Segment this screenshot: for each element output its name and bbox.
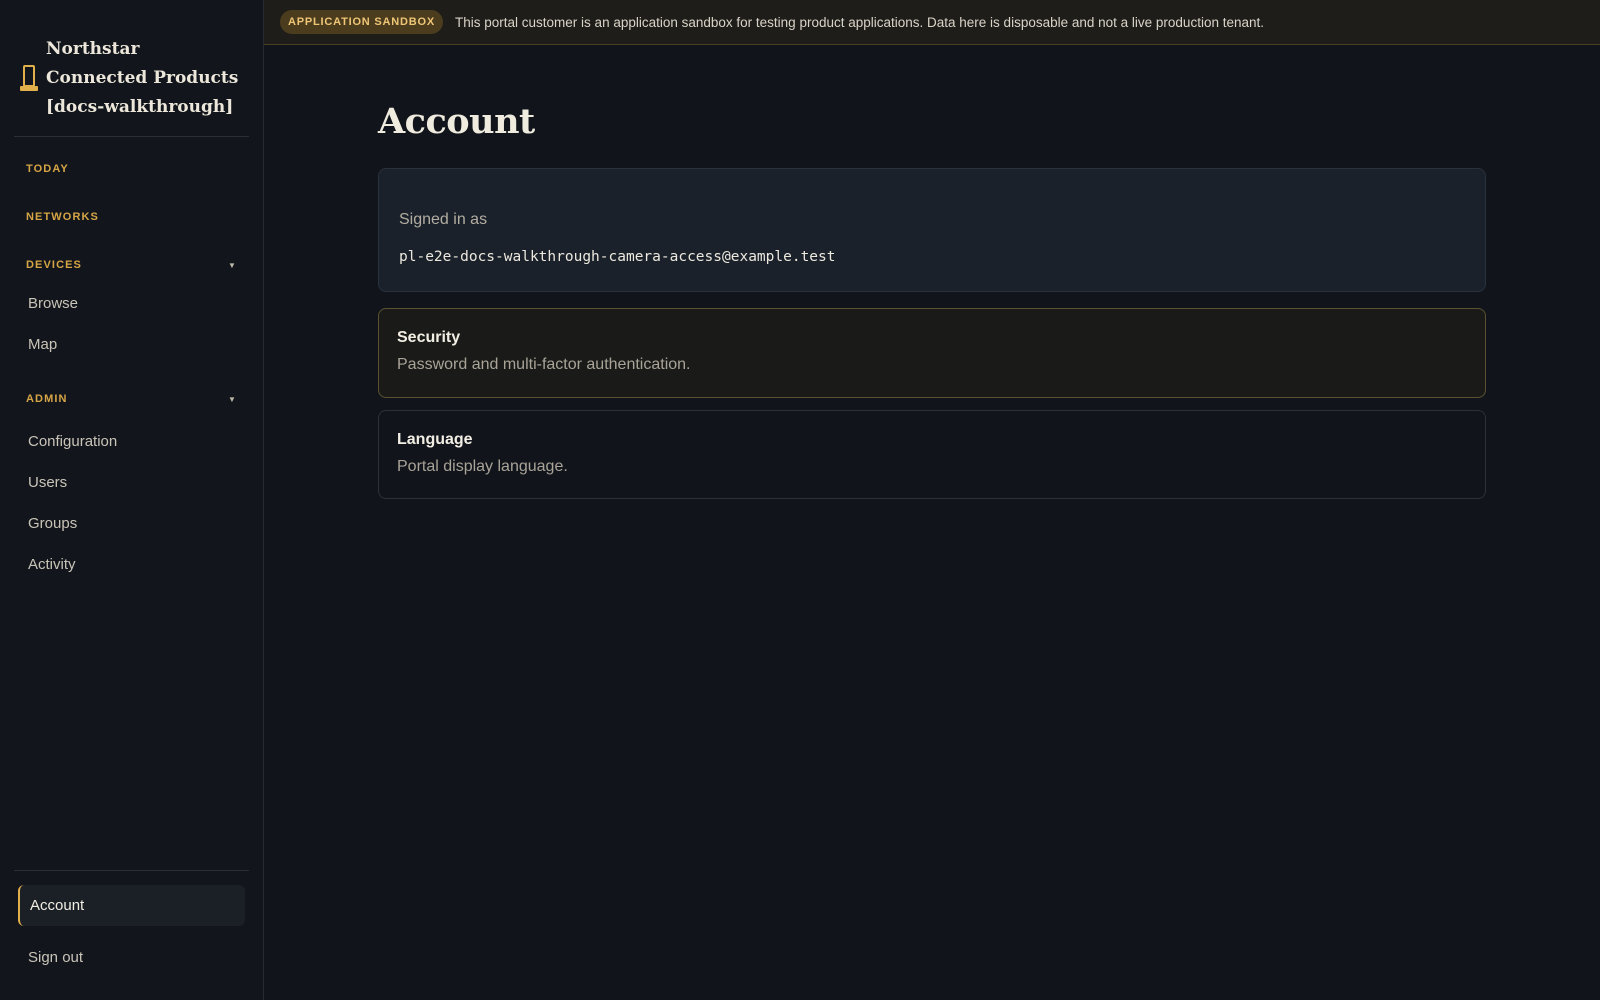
language-card[interactable]: Language Portal display language. bbox=[378, 410, 1486, 499]
sandbox-banner: APPLICATION SANDBOX This portal customer… bbox=[264, 0, 1600, 45]
sidebar-item-users[interactable]: Users bbox=[14, 462, 249, 503]
sign-out-button[interactable]: Sign out bbox=[18, 937, 245, 978]
devices-items: Browse Map bbox=[14, 283, 249, 365]
nav-admin-section[interactable]: ADMIN ▼ bbox=[14, 385, 249, 413]
banner-text: This portal customer is an application s… bbox=[455, 14, 1264, 30]
sidebar-item-configuration[interactable]: Configuration bbox=[14, 421, 249, 462]
caret-down-icon: ▼ bbox=[227, 394, 237, 404]
signed-in-label: Signed in as bbox=[399, 211, 488, 228]
sidebar-item-account[interactable]: Account bbox=[18, 885, 245, 926]
admin-items: Configuration Users Groups Activity bbox=[14, 421, 249, 585]
sidebar-item-activity[interactable]: Activity bbox=[14, 544, 249, 585]
main-content: APPLICATION SANDBOX This portal customer… bbox=[264, 0, 1600, 1000]
brand[interactable]: Northstar Connected Products [docs-walkt… bbox=[14, 0, 249, 137]
sidebar-footer: Account Sign out bbox=[14, 870, 249, 1000]
sandbox-badge: APPLICATION SANDBOX bbox=[280, 10, 444, 34]
tower-icon bbox=[20, 65, 38, 91]
language-description: Portal display language. bbox=[397, 458, 568, 475]
signed-in-email: pl-e2e-docs-walkthrough-camera-access@ex… bbox=[399, 249, 836, 265]
signed-in-card: Signed in as pl-e2e-docs-walkthrough-cam… bbox=[378, 168, 1486, 292]
nav-devices-section[interactable]: DEVICES ▼ bbox=[14, 251, 249, 279]
app-shell: Northstar Connected Products [docs-walkt… bbox=[0, 0, 1600, 1000]
security-description: Password and multi-factor authentication… bbox=[397, 356, 691, 373]
sidebar-item-groups[interactable]: Groups bbox=[14, 503, 249, 544]
brand-name: Northstar Connected Products [docs-walkt… bbox=[46, 38, 239, 117]
security-title: Security bbox=[397, 329, 461, 346]
security-card[interactable]: Security Password and multi-factor authe… bbox=[378, 308, 1486, 398]
page-title: Account bbox=[378, 101, 535, 142]
sidebar-item-map[interactable]: Map bbox=[14, 324, 249, 365]
sidebar: Northstar Connected Products [docs-walkt… bbox=[0, 0, 264, 1000]
caret-down-icon: ▼ bbox=[227, 260, 237, 270]
nav-networks[interactable]: NETWORKS bbox=[14, 203, 249, 231]
account-page: Account Signed in as pl-e2e-docs-walkthr… bbox=[264, 45, 1600, 499]
sidebar-item-browse[interactable]: Browse bbox=[14, 283, 249, 324]
language-title: Language bbox=[397, 431, 473, 448]
main-nav: TODAY NETWORKS DEVICES ▼ Browse Map ADMI… bbox=[14, 137, 249, 870]
nav-today[interactable]: TODAY bbox=[14, 155, 249, 183]
